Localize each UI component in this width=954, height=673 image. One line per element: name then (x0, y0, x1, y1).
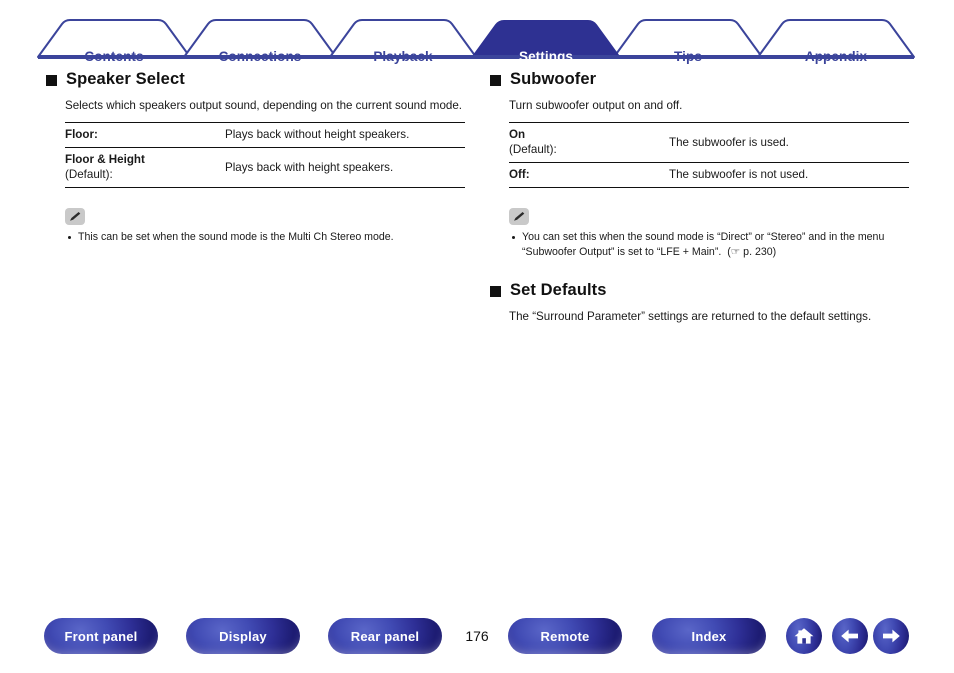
option-description: Plays back without height speakers. (225, 122, 465, 148)
note-item-text: You can set this when the sound mode is … (522, 231, 885, 258)
section-marker-square-icon (490, 75, 501, 86)
pencil-glyph (69, 212, 80, 221)
option-default-note: (Default): (509, 143, 557, 156)
option-description: Plays back with height speakers. (225, 147, 465, 188)
option-name: Floor & Height (65, 153, 145, 166)
note-list-left: This can be set when the sound mode is t… (65, 230, 476, 245)
set-defaults-intro: The “Surround Parameter” settings are re… (509, 310, 872, 323)
footer-navigation: Front panel Display Rear panel 176 Remot… (0, 618, 954, 658)
option-name: Off: (509, 168, 530, 181)
tab-bar: Contents Connections Playback Settings T… (0, 18, 954, 64)
section-marker-square-icon (46, 75, 57, 86)
option-description: The subwoofer is used. (669, 122, 909, 163)
pencil-note-icon (65, 208, 85, 225)
page-number: 176 (465, 628, 489, 644)
pencil-glyph (513, 212, 524, 221)
remote-button[interactable]: Remote (508, 618, 622, 654)
back-button[interactable] (832, 618, 868, 654)
speaker-select-table: Floor: Plays back without height speaker… (65, 122, 465, 188)
note-block-left: This can be set when the sound mode is t… (65, 208, 476, 245)
pencil-note-icon (509, 208, 529, 225)
option-label: Floor: (65, 122, 225, 148)
speaker-select-intro: Selects which speakers output sound, dep… (65, 99, 463, 112)
table-row: On (Default): The subwoofer is used. (509, 122, 909, 163)
tab-tips[interactable]: Tips (614, 49, 762, 64)
page-reference-link[interactable]: (☞ p. 230) (727, 246, 776, 258)
left-column: Speaker Select Selects which speakers ou… (46, 70, 476, 245)
tab-contents[interactable]: Contents (38, 49, 190, 64)
arrow-right-icon (883, 629, 900, 643)
section-title-set-defaults: Set Defaults (510, 281, 607, 299)
table-row: Floor: Plays back without height speaker… (65, 122, 465, 148)
rear-panel-button[interactable]: Rear panel (328, 618, 442, 654)
table-row: Floor & Height (Default): Plays back wit… (65, 147, 465, 188)
tab-connections[interactable]: Connections (184, 49, 336, 64)
section-title-subwoofer: Subwoofer (510, 70, 597, 88)
section-header-set-defaults: Set Defaults (490, 281, 920, 300)
option-default-note: (Default): (65, 168, 113, 181)
front-panel-button[interactable]: Front panel (44, 618, 158, 654)
option-label: On (Default): (509, 122, 669, 163)
tab-appendix[interactable]: Appendix (758, 49, 914, 64)
note-list-right: You can set this when the sound mode is … (509, 230, 920, 259)
forward-button[interactable] (873, 618, 909, 654)
option-description: The subwoofer is not used. (669, 162, 909, 188)
display-button[interactable]: Display (186, 618, 300, 654)
tab-playback[interactable]: Playback (330, 49, 476, 64)
tab-settings[interactable]: Settings (472, 49, 620, 64)
table-row: Off: The subwoofer is not used. (509, 162, 909, 188)
option-name: On (509, 128, 526, 141)
subwoofer-table: On (Default): The subwoofer is used. Off… (509, 122, 909, 188)
section-header-speaker-select: Speaker Select (46, 70, 476, 89)
option-label: Off: (509, 162, 669, 188)
subwoofer-intro: Turn subwoofer output on and off. (509, 99, 683, 112)
section-title-speaker-select: Speaker Select (66, 70, 185, 88)
option-name: Floor: (65, 128, 98, 141)
note-block-right: You can set this when the sound mode is … (509, 208, 920, 259)
section-marker-square-icon (490, 286, 501, 297)
arrow-left-icon (841, 629, 858, 643)
section-header-subwoofer: Subwoofer (490, 70, 920, 89)
right-column: Subwoofer Turn subwoofer output on and o… (490, 70, 920, 333)
index-button[interactable]: Index (652, 618, 766, 654)
home-button[interactable] (786, 618, 822, 654)
home-icon (794, 628, 814, 644)
note-item: This can be set when the sound mode is t… (65, 230, 476, 245)
note-item: You can set this when the sound mode is … (509, 230, 920, 259)
option-label: Floor & Height (Default): (65, 147, 225, 188)
